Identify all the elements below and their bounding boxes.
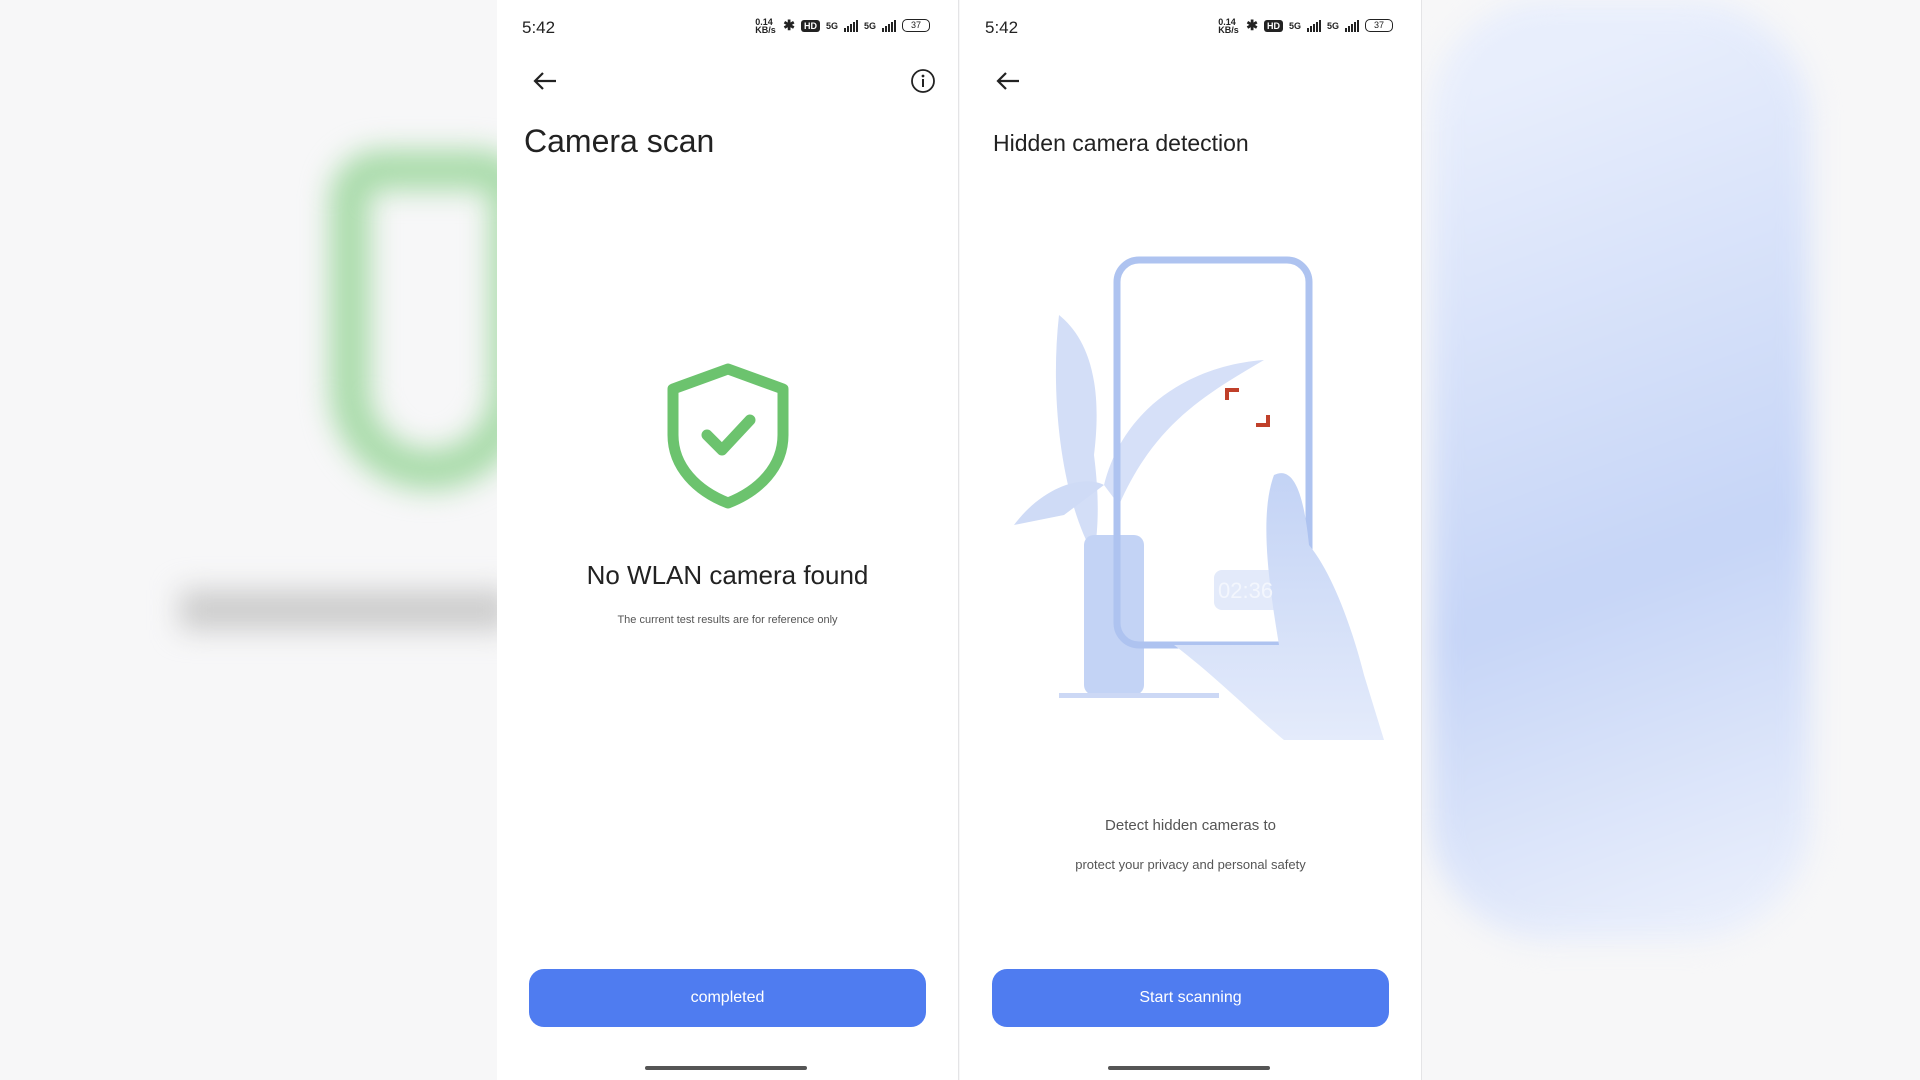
- description-line-1: Detect hidden cameras to: [1105, 817, 1276, 834]
- result-note: The current test results are for referen…: [617, 614, 838, 626]
- hidden-camera-illustration: 02:36: [1004, 255, 1384, 745]
- description-line-2: protect your privacy and personal safety: [1075, 857, 1306, 872]
- signal-icon: [882, 19, 896, 32]
- hd-icon: HD: [800, 19, 820, 32]
- network-speed: 0.14 KB/s: [755, 16, 776, 35]
- shield-check-icon: [667, 363, 789, 509]
- battery-icon: 37: [902, 19, 930, 32]
- completed-button[interactable]: completed: [529, 969, 926, 1027]
- signal-icon: [1345, 19, 1359, 32]
- back-arrow-icon[interactable]: [530, 66, 560, 96]
- network-type-2: 5G: [863, 20, 876, 31]
- signal-icon: [843, 19, 858, 32]
- back-arrow-icon[interactable]: [993, 66, 1023, 96]
- network-speed: 0.14 KB/s: [1218, 16, 1239, 35]
- start-scanning-button[interactable]: Start scanning: [992, 969, 1389, 1027]
- home-indicator[interactable]: [1108, 1066, 1270, 1070]
- info-icon[interactable]: [910, 68, 936, 94]
- illustration-timer: 02:36: [1218, 578, 1274, 603]
- network-type-1: 5G: [1288, 20, 1301, 31]
- camera-scan-screen: 5:42 0.14 KB/s ✱ HD 5G 5G 37 Camera scan…: [497, 0, 959, 1080]
- network-type-2: 5G: [1326, 20, 1339, 31]
- status-icons: 0.14 KB/s ✱ HD 5G 5G 37: [1218, 17, 1393, 34]
- home-indicator[interactable]: [645, 1066, 807, 1070]
- blurred-background-text: [180, 590, 510, 630]
- page-title: Camera scan: [524, 123, 715, 159]
- result-text: No WLAN camera found: [586, 560, 869, 590]
- bluetooth-icon: ✱: [1246, 17, 1258, 33]
- hd-icon: HD: [1263, 19, 1283, 32]
- battery-icon: 37: [1365, 19, 1393, 32]
- phone-hand-plant-illustration: [1014, 256, 1384, 740]
- status-time: 5:42: [522, 18, 556, 37]
- page-title: Hidden camera detection: [993, 130, 1249, 156]
- hidden-camera-detection-screen: 5:42 0.14 KB/s ✱ HD 5G 5G 37 Hidden came…: [960, 0, 1422, 1080]
- status-time: 5:42: [985, 18, 1019, 37]
- status-icons: 0.14 KB/s ✱ HD 5G 5G 37: [755, 17, 930, 34]
- blurred-background-illustration: [1430, 0, 1810, 940]
- network-type-1: 5G: [825, 20, 838, 31]
- bluetooth-icon: ✱: [783, 17, 795, 33]
- signal-icon: [1306, 19, 1321, 32]
